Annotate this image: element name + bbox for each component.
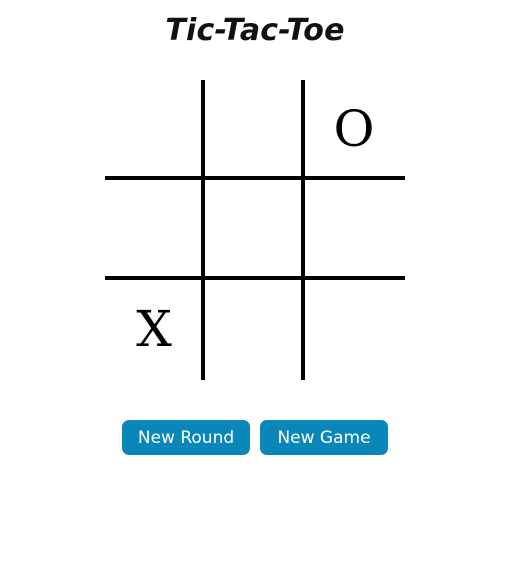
tic-tac-toe-board: O X	[105, 80, 405, 380]
game-title: Tic-Tac-Toe	[165, 13, 345, 48]
board-cell-7[interactable]: X	[105, 280, 203, 378]
game-controls: New Round New Game	[122, 420, 388, 455]
new-game-button[interactable]: New Game	[260, 420, 388, 455]
board-cell-4[interactable]	[105, 180, 203, 278]
board-cell-6[interactable]	[305, 180, 403, 278]
board-cell-2[interactable]	[205, 80, 303, 178]
board-cell-3[interactable]: O	[305, 80, 403, 178]
board-cell-9[interactable]	[305, 280, 403, 378]
board-cell-8[interactable]	[205, 280, 303, 378]
new-round-button[interactable]: New Round	[122, 420, 250, 455]
board-cell-1[interactable]	[105, 80, 203, 178]
board-cell-5[interactable]	[205, 180, 303, 278]
game-page: Tic-Tac-Toe O X New Round New Game	[0, 0, 515, 565]
